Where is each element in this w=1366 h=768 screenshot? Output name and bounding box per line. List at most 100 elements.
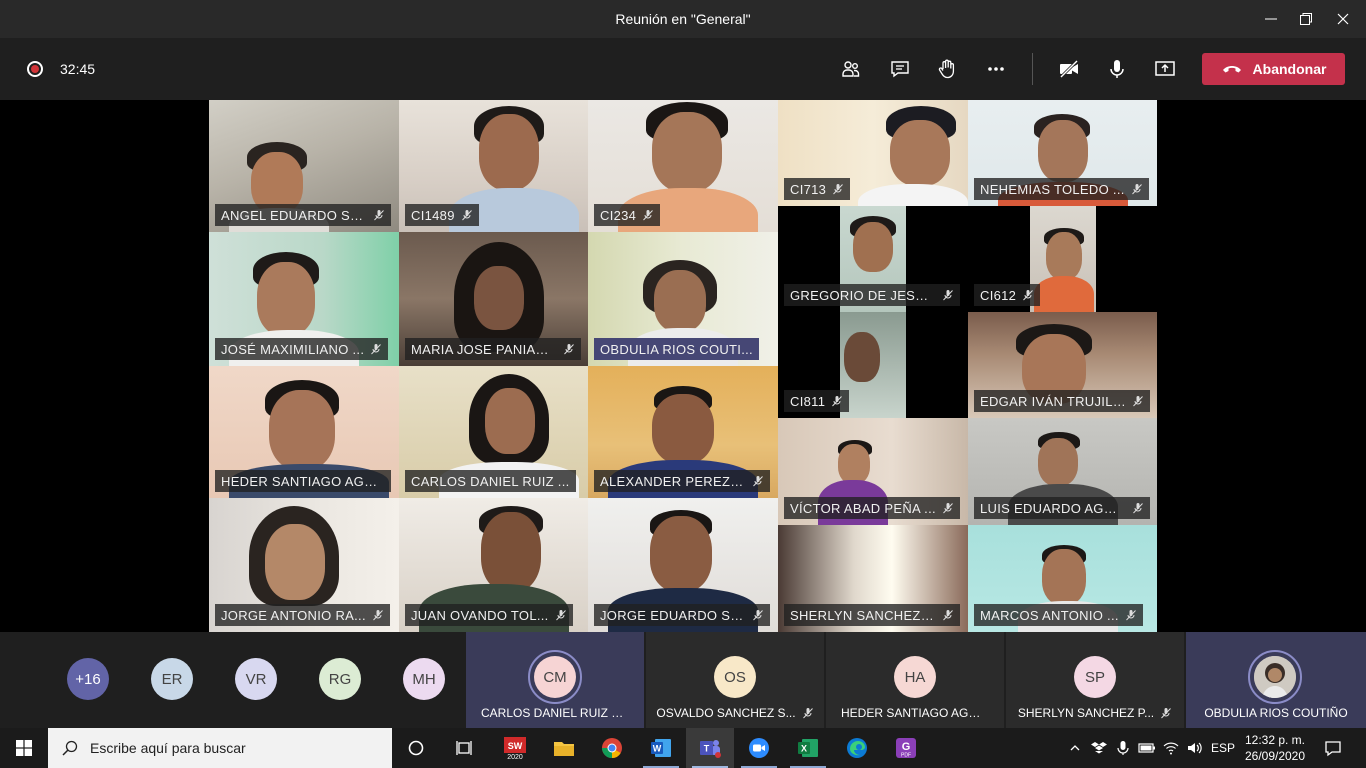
participant-card[interactable]: HA HEDER SANTIAGO AGUILAR (826, 632, 1004, 728)
participant-video-tile[interactable]: CI234 (588, 100, 778, 232)
participant-card[interactable]: OBDULIA RIOS COUTIÑO (1186, 632, 1366, 728)
participant-video-tile[interactable]: NEHEMIAS TOLEDO ... (968, 100, 1157, 206)
taskbar-app-pdf-editor[interactable]: G PDF (882, 728, 930, 768)
svg-text:SW: SW (508, 741, 523, 751)
participant-card[interactable]: SP SHERLYN SANCHEZ P... (1006, 632, 1184, 728)
taskbar-app-excel[interactable]: X (784, 728, 832, 768)
participant-name: ALEXANDER PEREZ D... (600, 473, 746, 489)
mic-off-icon (943, 290, 953, 301)
participant-video-tile[interactable]: CI713 (778, 100, 968, 206)
participant-video-tile[interactable]: CI612 (968, 206, 1157, 312)
participant-video-tile[interactable]: JUAN OVANDO TOL... (399, 498, 588, 632)
participant-name: JUAN OVANDO TOL... (411, 607, 549, 623)
participant-video-tile[interactable]: CARLOS DANIEL RUIZ ... (399, 366, 588, 498)
taskbar-app-teams[interactable]: T (686, 728, 734, 768)
cortana-icon (408, 740, 424, 756)
mic-off-icon (943, 503, 953, 514)
participant-name-tag: ANGEL EDUARDO SO... (215, 204, 391, 226)
participant-card[interactable]: CM CARLOS DANIEL RUIZ ME... (466, 632, 644, 728)
folder-icon (554, 742, 574, 756)
microphone-in-use-indicator[interactable] (1112, 728, 1134, 768)
participant-video-tile[interactable]: ANGEL EDUARDO SO... (209, 100, 399, 232)
participant-video-tile[interactable]: OBDULIA RIOS COUTI... (588, 232, 778, 366)
meeting-timer: 32:45 (60, 61, 96, 77)
participant-name: CI234 (600, 207, 637, 223)
raise-hand-button[interactable] (930, 52, 964, 86)
participant-name-tag: JORGE EDUARDO SO... (594, 604, 770, 626)
participant-video-tile[interactable]: JOSÉ MAXIMILIANO ... (209, 232, 399, 366)
dropbox-tray-button[interactable] (1088, 728, 1110, 768)
taskbar-app-chrome[interactable] (588, 728, 636, 768)
show-hidden-icons-button[interactable] (1064, 728, 1086, 768)
participant-name: NEHEMIAS TOLEDO ... (980, 181, 1125, 197)
solidworks-icon: SW 2020 (504, 737, 526, 761)
participant-video-tile[interactable]: JORGE ANTONIO RA... (209, 498, 399, 632)
participant-avatar[interactable]: ER (151, 658, 193, 700)
participant-video-tile[interactable]: VÍCTOR ABAD PEÑA ... (778, 418, 968, 525)
network-tray-button[interactable] (1160, 728, 1182, 768)
participant-video-tile[interactable]: JORGE EDUARDO SO... (588, 498, 778, 632)
action-center-button[interactable] (1318, 728, 1348, 768)
mic-off-icon (753, 476, 763, 487)
microphone-icon (1117, 741, 1129, 755)
chrome-icon (601, 738, 622, 759)
participant-video-tile[interactable]: HEDER SANTIAGO AGU... (209, 366, 399, 498)
participant-video-tile[interactable]: MARIA JOSE PANIAG... (399, 232, 588, 366)
participant-avatar[interactable]: VR (235, 658, 277, 700)
camera-toggle-button[interactable] (1052, 52, 1086, 86)
title-bar: Reunión en "General" (0, 0, 1366, 38)
share-screen-button[interactable] (1148, 52, 1182, 86)
more-options-icon (988, 67, 1004, 71)
battery-tray-button[interactable] (1136, 728, 1158, 768)
participant-name-tag: MARIA JOSE PANIAG... (405, 338, 581, 360)
taskbar-search-box[interactable]: Escribe aquí para buscar (48, 728, 392, 768)
participant-video-tile[interactable]: GREGORIO DE JESUS... (778, 206, 968, 312)
taskbar-app-edge[interactable] (833, 728, 881, 768)
participant-video-tile[interactable]: CI1489 (399, 100, 588, 232)
participant-name-tag: JUAN OVANDO TOL... (405, 604, 573, 626)
mic-off-icon (833, 184, 844, 195)
close-button[interactable] (1320, 0, 1366, 38)
taskbar-app-solidworks[interactable]: SW 2020 (491, 728, 539, 768)
taskbar-app-word[interactable]: W (637, 728, 685, 768)
taskbar-app-file-explorer[interactable] (540, 728, 588, 768)
cortana-button[interactable] (392, 728, 440, 768)
task-view-button[interactable] (440, 728, 488, 768)
participant-name-tag: JOSÉ MAXIMILIANO ... (215, 338, 389, 360)
participant-video-tile[interactable]: EDGAR IVÁN TRUJILL... (968, 312, 1157, 418)
participant-video-tile[interactable]: MARCOS ANTONIO ... (968, 525, 1157, 632)
svg-text:X: X (801, 744, 807, 754)
participant-name-tag: CI811 (784, 390, 850, 412)
taskbar-app-zoom[interactable] (735, 728, 783, 768)
participant-avatar[interactable]: RG (319, 658, 361, 700)
participant-name-tag: ALEXANDER PEREZ D... (594, 470, 770, 492)
participant-card[interactable]: OS OSVALDO SANCHEZ S... (646, 632, 824, 728)
svg-text:G: G (902, 741, 911, 753)
mic-off-icon (1131, 184, 1142, 195)
input-language-button[interactable]: ESP (1208, 728, 1238, 768)
mic-off-icon (374, 210, 384, 221)
participant-name: JORGE EDUARDO SO... (600, 607, 746, 623)
windows-taskbar: Escribe aquí para buscar SW 2020 W T X G… (0, 728, 1366, 768)
start-button[interactable] (0, 728, 48, 768)
taskbar-clock[interactable]: 12:32 p. m. 26/09/2020 (1240, 732, 1310, 764)
participant-photo-avatar (1254, 656, 1296, 698)
participants-button[interactable] (834, 52, 868, 86)
leave-meeting-button[interactable]: Abandonar (1202, 53, 1345, 85)
microphone-toggle-button[interactable] (1100, 52, 1134, 86)
volume-tray-button[interactable] (1184, 728, 1206, 768)
solidworks-year: 2020 (507, 754, 523, 761)
more-participants-avatar[interactable]: +16 (67, 658, 109, 700)
participant-video-tile[interactable]: LUIS EDUARDO AGUI... (968, 418, 1157, 525)
chat-button[interactable] (883, 52, 917, 86)
chevron-up-icon (1070, 745, 1080, 751)
participant-avatar[interactable]: MH (403, 658, 445, 700)
more-actions-button[interactable] (979, 52, 1013, 86)
battery-charging-icon (1138, 743, 1155, 753)
participant-video-tile[interactable]: SHERLYN SANCHEZ ... (778, 525, 968, 632)
participant-video-tile[interactable]: ALEXANDER PEREZ D... (588, 366, 778, 498)
mic-off-icon (832, 396, 843, 407)
teams-icon: T (700, 740, 721, 758)
participant-video-tile[interactable]: CI811 (778, 312, 968, 418)
participant-name-tag: JORGE ANTONIO RA... (215, 604, 390, 626)
